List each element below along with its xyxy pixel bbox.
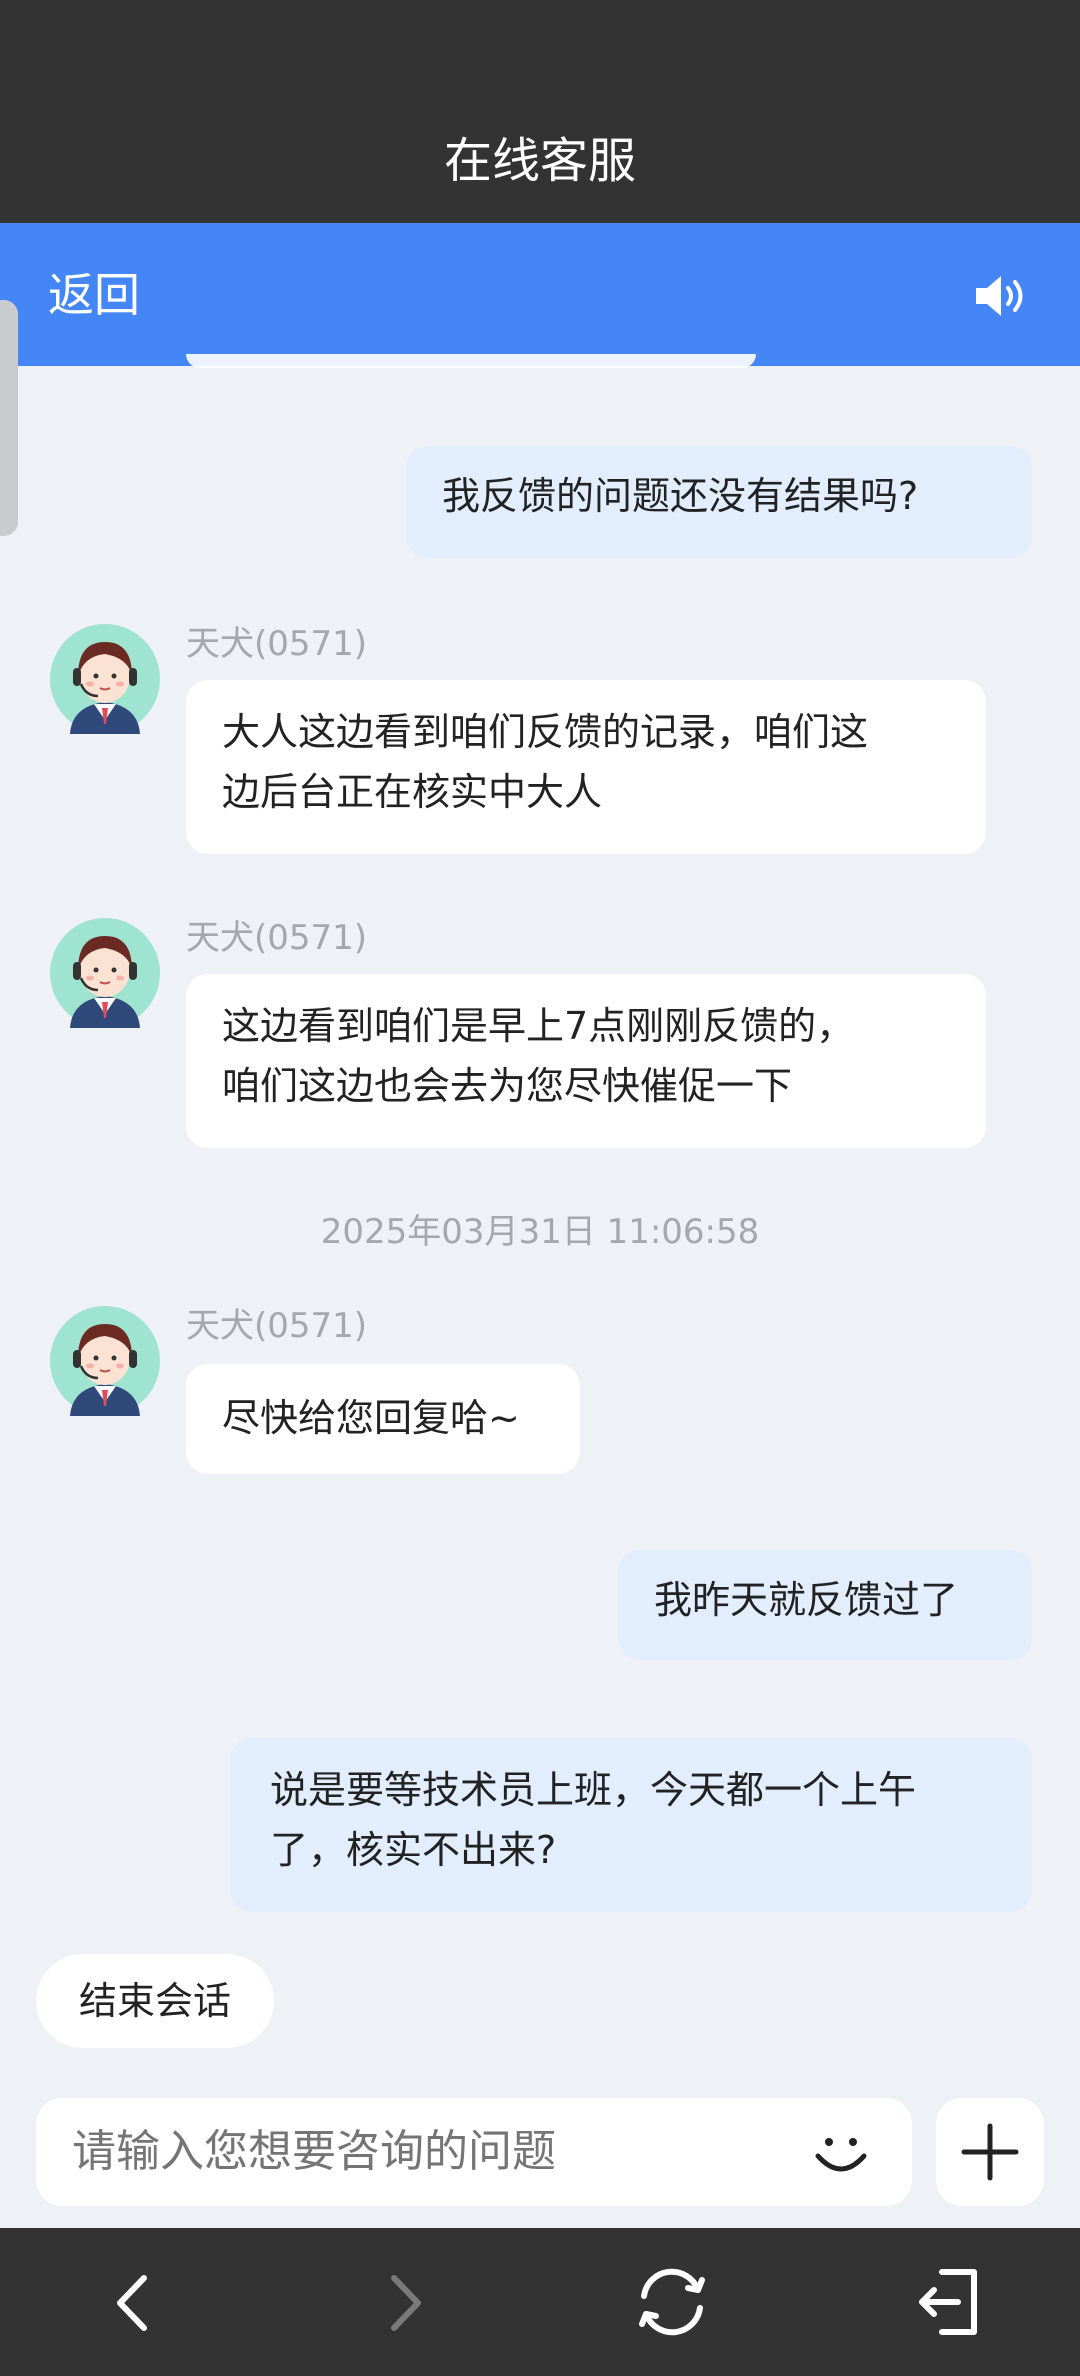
back-button[interactable]: 返回 — [48, 263, 140, 327]
message-composer — [36, 2098, 912, 2206]
user-message: 我昨天就反馈过了 — [618, 1550, 1032, 1660]
message-line: 了，核实不出来? — [270, 1828, 557, 1872]
page-title: 在线客服 — [443, 133, 636, 189]
agent-message: 大人这边看到咱们反馈的记录，咱们这 边后台正在核实中大人 — [186, 680, 986, 854]
message-text: 我昨天就反馈过了 — [654, 1578, 959, 1622]
plus-icon — [961, 2123, 1019, 2181]
agent-name: 天犬(0571) — [186, 1306, 368, 1346]
message-timestamp: 2025年03月31日 11:06:58 — [320, 1212, 760, 1252]
back-arrow-icon[interactable] — [102, 2270, 168, 2336]
agent-avatar — [50, 918, 160, 1028]
side-drawer-handle[interactable] — [0, 300, 18, 536]
user-message: 我反馈的问题还没有结果吗? — [406, 446, 1032, 558]
navbar: 返回 — [0, 223, 1080, 366]
agent-avatar — [50, 624, 160, 734]
message-line: 尽快给您回复哈~ — [222, 1396, 520, 1440]
exit-icon[interactable] — [912, 2266, 984, 2338]
speaker-icon[interactable] — [974, 273, 1030, 319]
message-line: 这边看到咱们是早上7点刚刚反馈的， — [222, 1004, 855, 1048]
agent-message: 这边看到咱们是早上7点刚刚反馈的， 咱们这边也会去为您尽快催促一下 — [186, 974, 986, 1148]
refresh-icon[interactable] — [630, 2266, 714, 2338]
message-line: 咱们这边也会去为您尽快催促一下 — [222, 1064, 793, 1108]
message-line: 边后台正在核实中大人 — [222, 770, 603, 814]
end-session-button[interactable]: 结束会话 — [36, 1954, 274, 2048]
bottom-nav-bar — [0, 2228, 1080, 2376]
add-attachment-button[interactable] — [936, 2098, 1044, 2206]
agent-avatar — [50, 1306, 160, 1416]
message-line: 说是要等技术员上班，今天都一个上午 — [270, 1768, 917, 1812]
user-message: 说是要等技术员上班，今天都一个上午 了，核实不出来? — [230, 1738, 1032, 1912]
message-line: 大人这边看到咱们反馈的记录，咱们这 — [222, 710, 869, 754]
agent-message: 尽快给您回复哈~ — [186, 1364, 580, 1474]
scrolled-message-edge — [186, 354, 756, 368]
message-text: 我反馈的问题还没有结果吗? — [442, 474, 919, 518]
title-bar: 在线客服 — [0, 0, 1080, 223]
agent-name: 天犬(0571) — [186, 918, 368, 958]
forward-arrow-icon[interactable] — [370, 2270, 436, 2336]
agent-name: 天犬(0571) — [186, 624, 368, 664]
message-input[interactable] — [72, 2098, 792, 2206]
smile-icon[interactable] — [808, 2120, 874, 2186]
